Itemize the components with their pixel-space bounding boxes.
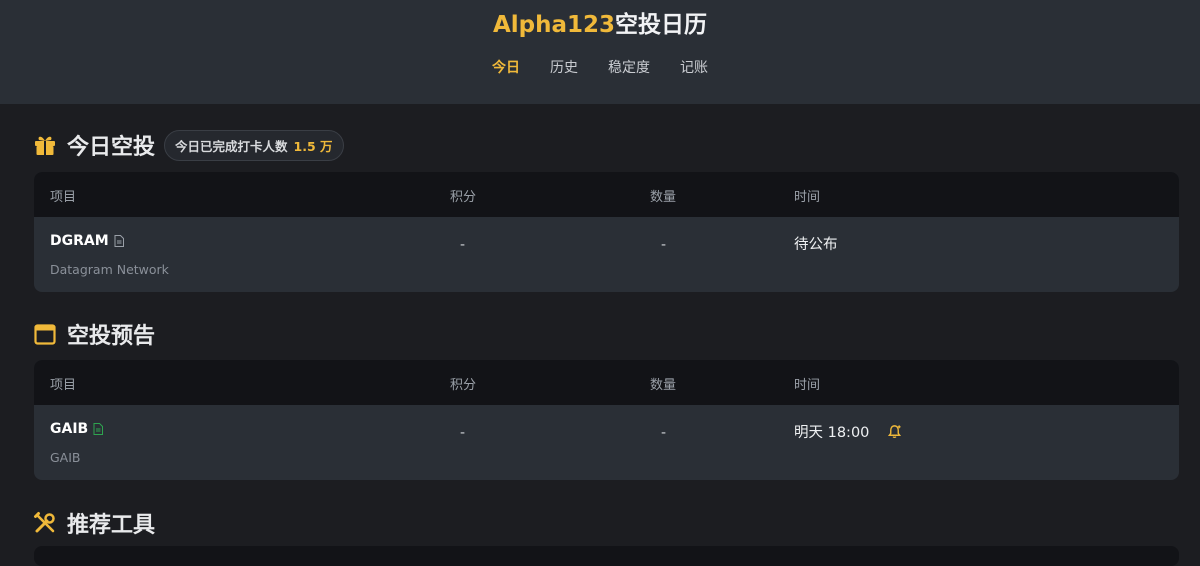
checkin-value: 1.5 万 bbox=[293, 138, 333, 154]
tab-today[interactable]: 今日 bbox=[492, 58, 520, 78]
project-name: Datagram Network bbox=[50, 262, 169, 277]
nav-tabs: 今日 历史 稳定度 记账 bbox=[0, 58, 1200, 78]
tools-table bbox=[34, 546, 1179, 566]
amount-value: - bbox=[661, 425, 667, 441]
tab-history[interactable]: 历史 bbox=[550, 58, 578, 78]
col-time: 时间 bbox=[794, 190, 821, 205]
today-table: 项目 积分 数量 时间 DGRAM Datagram Network - - 待… bbox=[34, 172, 1179, 292]
upcoming-section-header: 空投预告 bbox=[33, 318, 155, 350]
col-amount: 数量 bbox=[650, 378, 677, 393]
page-title: Alpha123空投日历 bbox=[0, 10, 1200, 40]
app-header: Alpha123空投日历 今日 历史 稳定度 记账 bbox=[0, 0, 1200, 104]
tools-title: 推荐工具 bbox=[67, 513, 156, 538]
amount-value: - bbox=[661, 237, 667, 253]
checkin-label: 今日已完成打卡人数 bbox=[175, 138, 288, 154]
project-symbol: GAIB bbox=[50, 421, 104, 437]
symbol-text: GAIB bbox=[50, 421, 89, 437]
col-project: 项目 bbox=[50, 190, 77, 205]
calendar-icon bbox=[34, 324, 56, 345]
title-accent: Alpha123 bbox=[492, 12, 616, 38]
table-row[interactable]: GAIB GAIB - - 明天 18:00 bbox=[34, 405, 1179, 480]
time-value: 待公布 bbox=[794, 237, 838, 253]
table-header: 项目 积分 数量 时间 bbox=[34, 172, 1179, 217]
title-text: 空投日历 bbox=[615, 12, 708, 38]
table-header: 项目 积分 数量 时间 bbox=[34, 360, 1179, 405]
project-symbol: DGRAM bbox=[50, 233, 124, 249]
document-icon[interactable] bbox=[93, 423, 104, 435]
symbol-text: DGRAM bbox=[50, 233, 109, 249]
col-amount: 数量 bbox=[650, 190, 677, 205]
col-points: 积分 bbox=[450, 378, 477, 393]
col-points: 积分 bbox=[450, 190, 477, 205]
points-value: - bbox=[460, 425, 466, 441]
col-project: 项目 bbox=[50, 378, 77, 393]
document-icon[interactable] bbox=[114, 235, 124, 247]
time-value: 明天 18:00 bbox=[794, 425, 870, 441]
tools-section-header: 推荐工具 bbox=[33, 507, 155, 539]
upcoming-title: 空投预告 bbox=[67, 324, 156, 349]
gift-icon bbox=[35, 136, 55, 155]
table-row[interactable]: DGRAM Datagram Network - - 待公布 bbox=[34, 217, 1179, 292]
today-section-header: 今日空投 今日已完成打卡人数 1.5 万 bbox=[33, 129, 344, 161]
project-name: GAIB bbox=[50, 450, 81, 465]
tab-stability[interactable]: 稳定度 bbox=[608, 58, 650, 78]
tools-icon bbox=[34, 512, 55, 533]
checkin-count-badge: 今日已完成打卡人数 1.5 万 bbox=[164, 129, 344, 161]
time-cell: 明天 18:00 bbox=[794, 421, 902, 442]
col-time: 时间 bbox=[794, 378, 821, 393]
bell-icon[interactable] bbox=[887, 424, 902, 439]
points-value: - bbox=[460, 237, 466, 253]
today-title: 今日空投 bbox=[67, 135, 156, 160]
upcoming-table: 项目 积分 数量 时间 GAIB GAIB - - 明天 18:00 bbox=[34, 360, 1179, 480]
tab-accounting[interactable]: 记账 bbox=[680, 58, 708, 78]
